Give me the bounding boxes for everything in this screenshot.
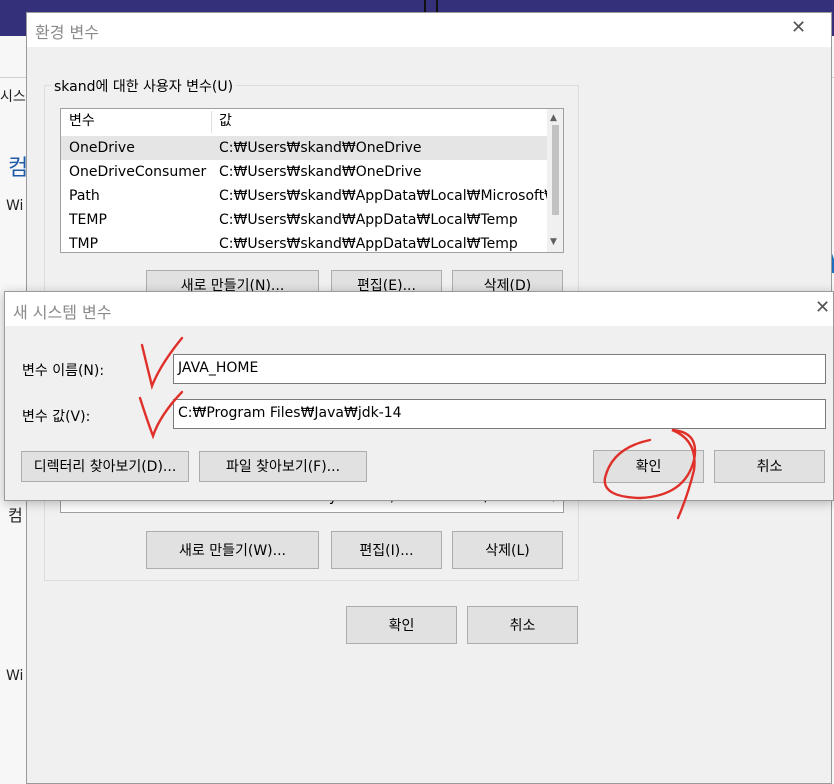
variable-name: OneDrive	[69, 140, 135, 156]
background-text: 컴	[8, 506, 23, 525]
browse-file-button[interactable]: 파일 찾아보기(F)...	[199, 451, 367, 482]
column-header-variable[interactable]: 변수	[69, 109, 95, 133]
new-system-variable-dialog: 새 시스템 변수 ✕ 변수 이름(N): JAVA_HOME 변수 값(V): …	[4, 291, 834, 501]
variable-name-field[interactable]: JAVA_HOME	[173, 354, 826, 384]
system-delete-button[interactable]: 삭제(L)	[452, 531, 563, 569]
dialog-title: 새 시스템 변수	[13, 303, 112, 322]
column-header-value[interactable]: 값	[219, 109, 232, 133]
user-variables-list[interactable]: 변수 값 OneDrive C:₩Users₩skand₩OneDrive On…	[60, 108, 564, 253]
background-text: Wi	[6, 198, 24, 214]
variable-name: OneDriveConsumer	[69, 164, 207, 180]
list-item[interactable]: OneDriveConsumer C:₩Users₩skand₩OneDrive	[61, 160, 549, 184]
ok-button[interactable]: 확인	[593, 450, 704, 483]
variable-value-field[interactable]: C:₩Program Files₩Java₩jdk-14	[173, 399, 826, 429]
variable-name: TMP	[69, 236, 99, 252]
user-variables-label: skand에 대한 사용자 변수(U)	[51, 76, 237, 96]
background-text: Wi	[6, 668, 24, 684]
vertical-scrollbar[interactable]: ▲ ▼	[547, 109, 563, 252]
variable-value: C:₩Users₩skand₩OneDrive	[219, 164, 422, 180]
list-item[interactable]: Path C:₩Users₩skand₩AppData₩Local₩Micros…	[61, 184, 563, 208]
variable-name-label: 변수 이름(N):	[22, 363, 105, 379]
variable-value: C:₩Users₩skand₩OneDrive	[219, 140, 422, 156]
background-tab-left[interactable]: 시스	[0, 86, 26, 106]
list-item[interactable]: OneDrive C:₩Users₩skand₩OneDrive	[61, 136, 549, 160]
column-separator[interactable]	[211, 111, 212, 133]
dialog-title: 환경 변수	[35, 23, 99, 42]
variable-name: Path	[69, 188, 100, 204]
ok-button[interactable]: 확인	[346, 606, 457, 644]
close-icon[interactable]: ✕	[815, 297, 830, 318]
variable-value: C:₩Users₩skand₩AppData₩Local₩Temp	[219, 212, 518, 228]
system-new-button[interactable]: 새로 만들기(W)...	[146, 531, 319, 569]
scroll-up-icon[interactable]: ▲	[550, 113, 557, 123]
list-item[interactable]: TMP C:₩Users₩skand₩AppData₩Local₩Temp	[61, 232, 549, 252]
scroll-down-icon[interactable]: ▼	[550, 237, 557, 247]
system-edit-button[interactable]: 편집(I)...	[331, 531, 442, 569]
variable-value-label: 변수 값(V):	[22, 409, 91, 425]
list-item[interactable]: TEMP C:₩Users₩skand₩AppData₩Local₩Temp	[61, 208, 549, 232]
variable-value: C:₩Users₩skand₩AppData₩Local₩Microsoft₩.…	[219, 188, 564, 204]
variable-value: C:₩Users₩skand₩AppData₩Local₩Temp	[219, 236, 518, 252]
title-bar: 새 시스템 변수 ✕	[5, 292, 833, 326]
browse-directory-button[interactable]: 디렉터리 찾아보기(D)...	[21, 451, 189, 482]
scrollbar-thumb[interactable]	[552, 125, 559, 215]
cancel-button[interactable]: 취소	[714, 450, 825, 483]
close-icon[interactable]: ✕	[791, 17, 806, 38]
list-header: 변수 값	[61, 109, 549, 133]
title-bar: 환경 변수 ✕	[27, 13, 831, 47]
cancel-button[interactable]: 취소	[467, 606, 578, 644]
variable-name: TEMP	[69, 212, 107, 228]
